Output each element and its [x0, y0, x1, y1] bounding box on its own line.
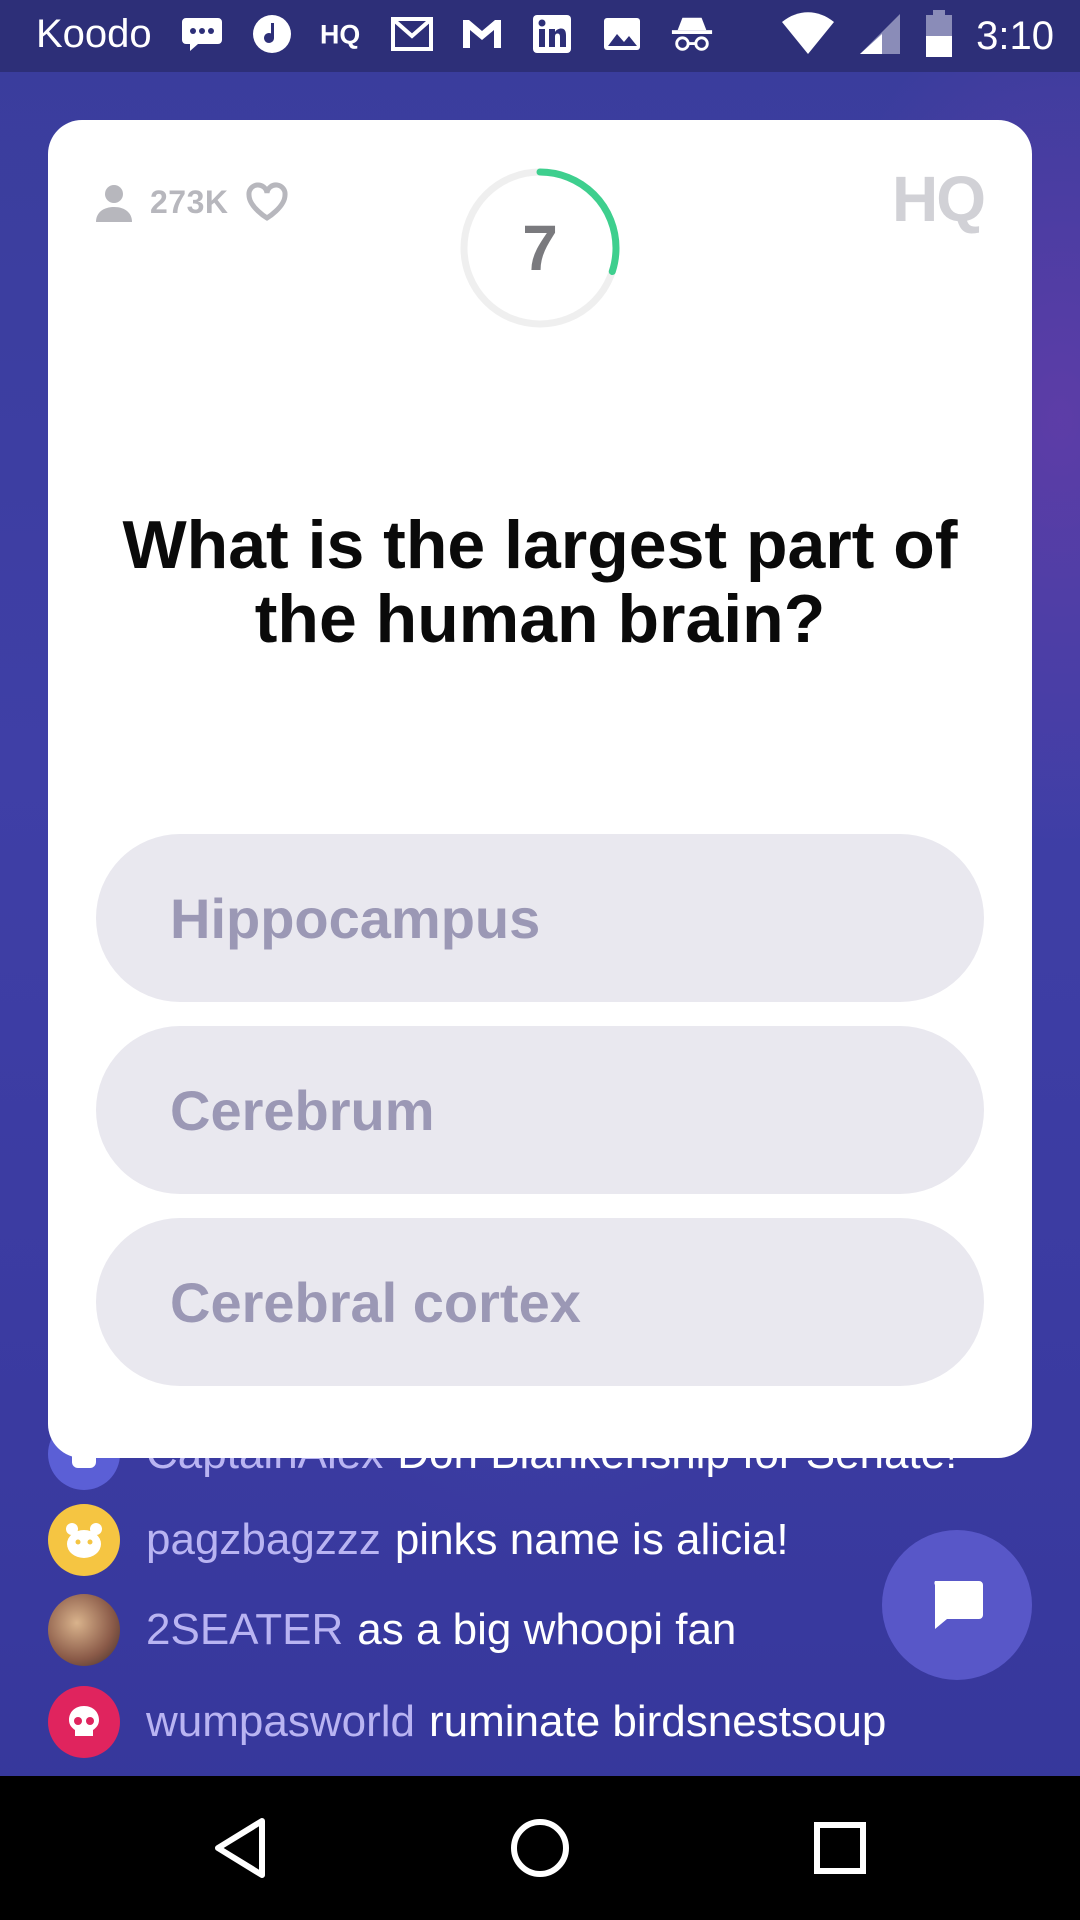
chat-username: pagzbagzzz — [146, 1515, 381, 1564]
hq-logo: HQ — [892, 163, 986, 235]
recents-icon — [814, 1822, 866, 1874]
chat-button[interactable] — [882, 1530, 1032, 1680]
timer-value: 7 — [522, 212, 558, 284]
answer-label: Cerebrum — [170, 1078, 435, 1142]
chat-text: pinks name is alicia! — [394, 1515, 789, 1564]
question-text: What is the largest part of the human br… — [122, 507, 958, 657]
chat-bubble-icon — [934, 1581, 983, 1629]
avatar — [48, 1504, 120, 1576]
viewer-count-value: 273K — [150, 183, 229, 220]
home-icon — [511, 1819, 569, 1877]
answer-option-2[interactable]: Cerebrum — [96, 1026, 984, 1194]
home-button[interactable] — [500, 1808, 580, 1888]
question-card: 273K 7 HQ What is the largest part of th… — [48, 120, 1032, 1458]
chat-username: 2SEATER — [146, 1605, 344, 1654]
back-button[interactable] — [200, 1808, 280, 1888]
chat-message: wumpasworld ruminate birdsnestsoup — [48, 1686, 886, 1758]
answer-label: Cerebral cortex — [170, 1270, 581, 1334]
chat-text: as a big whoopi fan — [357, 1605, 737, 1654]
answer-option-3[interactable]: Cerebral cortex — [96, 1218, 984, 1386]
chat-message: pagzbagzzz pinks name is alicia! — [48, 1504, 789, 1576]
heart-icon[interactable] — [245, 182, 289, 222]
answer-option-1[interactable]: Hippocampus — [96, 834, 984, 1002]
viewer-count: 273K — [94, 182, 289, 222]
countdown-timer: 7 — [458, 166, 622, 330]
chat-text: ruminate birdsnestsoup — [428, 1697, 887, 1746]
back-icon — [215, 1818, 265, 1878]
navigation-bar — [0, 1776, 1080, 1920]
avatar — [48, 1594, 120, 1666]
answer-label: Hippocampus — [170, 886, 541, 950]
person-icon — [96, 185, 132, 222]
chat-username: wumpasworld — [146, 1697, 415, 1746]
chat-message: 2SEATER as a big whoopi fan — [48, 1594, 736, 1666]
recents-button[interactable] — [800, 1808, 880, 1888]
avatar — [48, 1686, 120, 1758]
